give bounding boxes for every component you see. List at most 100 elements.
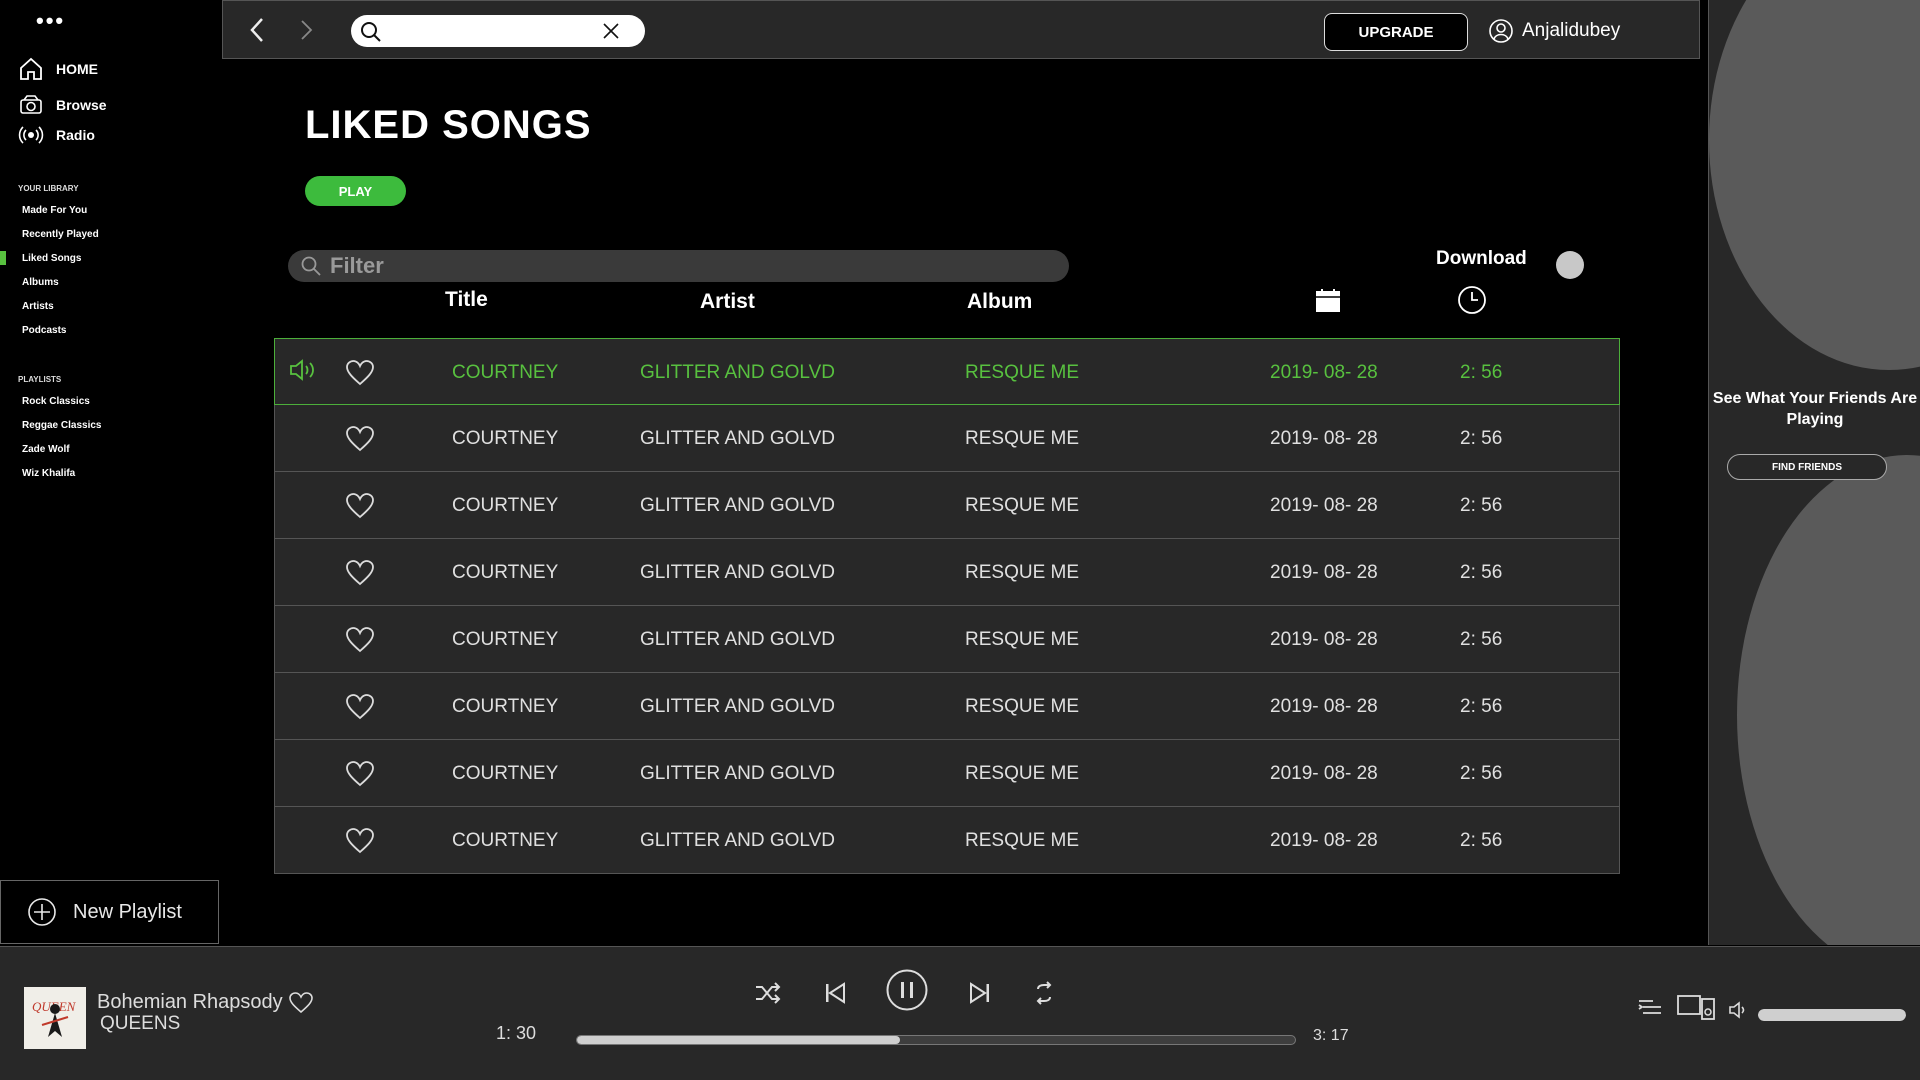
active-item-marker <box>0 251 6 265</box>
nav-browse-label: Browse <box>56 97 107 113</box>
song-duration: 2: 56 <box>1460 562 1503 583</box>
forward-arrow-icon[interactable] <box>297 15 317 51</box>
shuffle-icon[interactable] <box>754 981 782 1005</box>
playlist-item-rock-classics[interactable]: Rock Classics <box>22 396 90 407</box>
progress-bar[interactable] <box>576 1035 1296 1045</box>
song-row[interactable]: COURTNEY GLITTER AND GOLVD RESQUE ME 2019- … <box>274 472 1620 539</box>
search-icon <box>361 22 381 42</box>
library-item-recently-played[interactable]: Recently Played <box>22 229 99 240</box>
heart-icon[interactable] <box>345 827 375 861</box>
new-playlist-button[interactable]: New Playlist <box>0 880 219 944</box>
heart-icon[interactable] <box>345 492 375 526</box>
download-toggle[interactable] <box>1556 251 1584 279</box>
playlist-item-wiz-khalifa[interactable]: Wiz Khalifa <box>22 468 75 479</box>
song-row[interactable]: COURTNEY GLITTER AND GOLVD RESQUE ME 2019- … <box>274 338 1620 405</box>
now-playing-speaker-icon <box>289 359 317 387</box>
volume-icon[interactable] <box>1728 1001 1748 1019</box>
song-album[interactable]: RESQUE ME <box>965 830 1079 852</box>
song-title: COURTNEY <box>452 562 559 583</box>
song-date: 2019- 08- 28 <box>1270 495 1378 516</box>
library-item-made-for-you[interactable]: Made For You <box>22 205 87 216</box>
pause-button[interactable] <box>886 969 928 1011</box>
column-header-artist[interactable]: Artist <box>700 290 755 314</box>
sidebar: ••• HOME Browse Radio YOUR LIBRARY Made … <box>0 0 220 945</box>
more-options-icon[interactable]: ••• <box>36 8 65 34</box>
play-button[interactable]: PLAY <box>305 176 406 206</box>
song-row[interactable]: COURTNEY GLITTER AND GOLVD RESQUE ME 2019- … <box>274 673 1620 740</box>
column-header-date[interactable] <box>1315 288 1341 320</box>
song-date: 2019- 08- 28 <box>1270 830 1378 851</box>
heart-icon[interactable] <box>345 626 375 660</box>
column-header-duration[interactable] <box>1457 285 1487 321</box>
track-artist[interactable]: QUEENS <box>100 1013 180 1035</box>
song-artist[interactable]: GLITTER AND GOLVD <box>640 495 835 517</box>
time-total: 3: 17 <box>1313 1027 1349 1044</box>
devices-icon[interactable] <box>1677 995 1717 1021</box>
song-artist[interactable]: GLITTER AND GOLVD <box>640 562 835 584</box>
back-arrow-icon[interactable] <box>247 15 267 51</box>
search-box[interactable] <box>351 15 645 47</box>
song-row[interactable]: COURTNEY GLITTER AND GOLVD RESQUE ME 2019- … <box>274 606 1620 673</box>
album-art[interactable]: QUEEN <box>24 987 86 1049</box>
volume-slider[interactable] <box>1758 1009 1906 1021</box>
volume-fill <box>1758 1009 1906 1021</box>
song-artist[interactable]: GLITTER AND GOLVD <box>640 763 835 785</box>
heart-icon[interactable] <box>345 425 375 459</box>
filter-box[interactable] <box>288 250 1069 282</box>
nav-browse[interactable]: Browse <box>18 92 107 118</box>
song-album[interactable]: RESQUE ME <box>965 629 1079 651</box>
song-duration: 2: 56 <box>1460 696 1503 717</box>
progress-fill <box>577 1036 901 1044</box>
library-item-artists[interactable]: Artists <box>22 301 54 312</box>
filter-input[interactable] <box>330 253 1030 279</box>
heart-icon[interactable] <box>345 559 375 593</box>
library-heading: YOUR LIBRARY <box>18 184 79 193</box>
song-row[interactable]: COURTNEY GLITTER AND GOLVD RESQUE ME 2019- … <box>274 740 1620 807</box>
user-menu[interactable]: Anjalidubey <box>1488 18 1620 44</box>
column-header-album[interactable]: Album <box>967 290 1032 314</box>
upgrade-button[interactable]: UPGRADE <box>1324 13 1468 51</box>
track-title[interactable]: Bohemian Rhapsody <box>97 991 283 1014</box>
new-playlist-label: New Playlist <box>73 900 182 923</box>
song-duration: 2: 56 <box>1460 629 1503 650</box>
download-label: Download <box>1436 248 1527 269</box>
playlist-item-zade-wolf[interactable]: Zade Wolf <box>22 444 70 455</box>
next-track-icon[interactable] <box>969 981 991 1005</box>
repeat-icon[interactable] <box>1033 981 1055 1005</box>
song-row[interactable]: COURTNEY GLITTER AND GOLVD RESQUE ME 2019- … <box>274 405 1620 472</box>
heart-icon[interactable] <box>345 693 375 727</box>
song-artist[interactable]: GLITTER AND GOLVD <box>640 696 835 718</box>
song-title: COURTNEY <box>452 495 559 516</box>
heart-icon[interactable] <box>345 359 375 393</box>
column-header-title[interactable]: Title <box>445 288 488 312</box>
heart-icon[interactable] <box>288 991 314 1015</box>
library-item-albums[interactable]: Albums <box>22 277 59 288</box>
song-row[interactable]: COURTNEY GLITTER AND GOLVD RESQUE ME 2019- … <box>274 807 1620 874</box>
username: Anjalidubey <box>1522 20 1621 41</box>
playlist-item-reggae-classics[interactable]: Reggae Classics <box>22 420 102 431</box>
nav-home[interactable]: HOME <box>18 56 98 82</box>
song-album[interactable]: RESQUE ME <box>965 362 1079 384</box>
previous-track-icon[interactable] <box>824 981 846 1005</box>
library-item-liked-songs[interactable]: Liked Songs <box>22 253 81 264</box>
song-album[interactable]: RESQUE ME <box>965 763 1079 785</box>
song-artist[interactable]: GLITTER AND GOLVD <box>640 830 835 852</box>
song-album[interactable]: RESQUE ME <box>965 696 1079 718</box>
library-item-podcasts[interactable]: Podcasts <box>22 325 66 336</box>
heart-icon[interactable] <box>345 760 375 794</box>
song-artist[interactable]: GLITTER AND GOLVD <box>640 629 835 651</box>
find-friends-button[interactable]: FIND FRIENDS <box>1727 454 1887 480</box>
song-album[interactable]: RESQUE ME <box>965 495 1079 517</box>
song-date: 2019- 08- 28 <box>1270 763 1378 784</box>
clear-search-icon[interactable] <box>603 23 619 39</box>
song-title: COURTNEY <box>452 830 559 851</box>
nav-radio[interactable]: Radio <box>18 122 95 148</box>
search-input[interactable] <box>387 19 607 43</box>
song-artist[interactable]: GLITTER AND GOLVD <box>640 362 835 384</box>
song-album[interactable]: RESQUE ME <box>965 428 1079 450</box>
song-title: COURTNEY <box>452 629 559 650</box>
queue-icon[interactable] <box>1637 997 1663 1019</box>
song-album[interactable]: RESQUE ME <box>965 562 1079 584</box>
song-artist[interactable]: GLITTER AND GOLVD <box>640 428 835 450</box>
song-row[interactable]: COURTNEY GLITTER AND GOLVD RESQUE ME 2019- … <box>274 539 1620 606</box>
